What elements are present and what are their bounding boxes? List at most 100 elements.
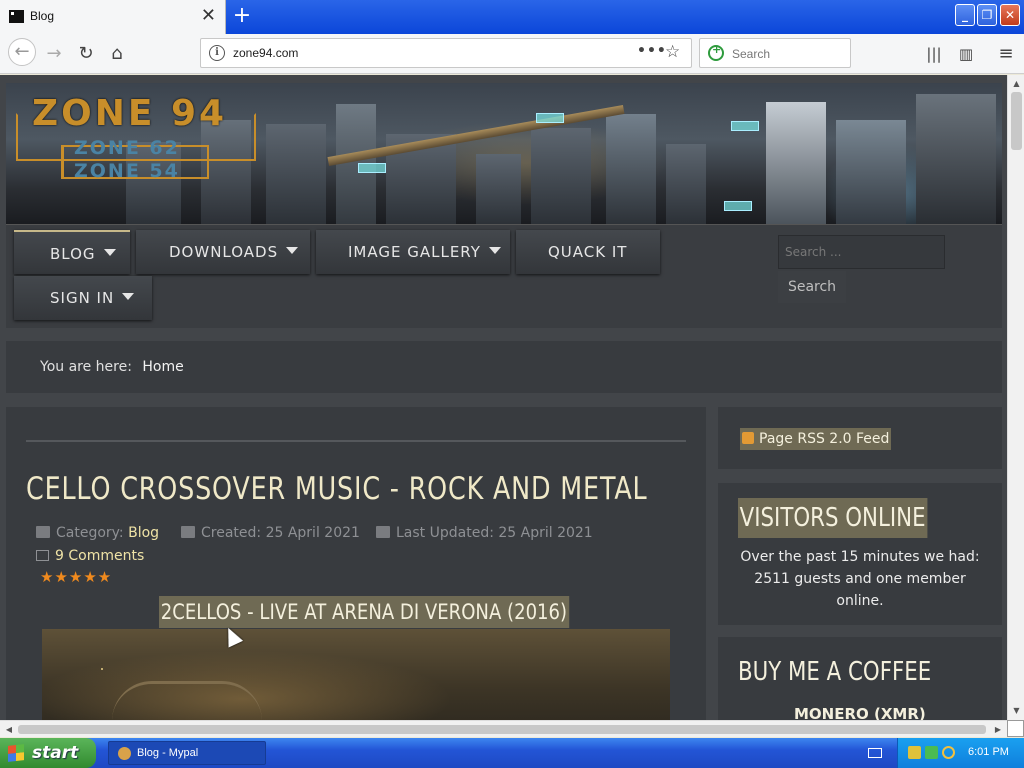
clock[interactable]: 6:01 PM bbox=[968, 746, 1009, 758]
scrollbar-thumb[interactable] bbox=[1011, 92, 1022, 150]
window-maximize-button[interactable]: ❐ bbox=[977, 4, 997, 26]
nav-item-image-gallery[interactable]: IMAGE GALLERY bbox=[316, 230, 510, 274]
scroll-down-icon[interactable]: ▼ bbox=[1010, 704, 1023, 718]
site-banner: ZONE 94 ZONE 62 ZONE 54 bbox=[6, 83, 1002, 224]
calendar-icon bbox=[181, 526, 195, 538]
browser-app-icon bbox=[118, 747, 131, 760]
start-button[interactable]: start bbox=[0, 738, 96, 768]
search-icon[interactable] bbox=[942, 746, 955, 759]
window-minimize-button[interactable]: _ bbox=[955, 4, 975, 26]
scrollbar-thumb[interactable] bbox=[18, 725, 986, 734]
banner-building bbox=[836, 120, 906, 224]
updated-date: Last Updated: 25 April 2021 bbox=[396, 525, 593, 541]
article-title[interactable]: CELLO CROSSOVER MUSIC - ROCK AND METAL bbox=[26, 471, 648, 507]
article-updated: Last Updated: 25 April 2021 bbox=[376, 525, 593, 541]
chevron-down-icon bbox=[286, 247, 299, 254]
system-tray: 6:01 PM bbox=[897, 738, 1024, 768]
logo-subtitle: ZONE 54 bbox=[74, 160, 180, 182]
created-date: Created: 25 April 2021 bbox=[201, 525, 360, 541]
tab-close-icon[interactable]: ✕ bbox=[201, 6, 216, 26]
banner-building bbox=[606, 114, 656, 224]
category-label: Category: bbox=[56, 525, 124, 541]
rss-icon bbox=[742, 432, 754, 444]
banner-building bbox=[531, 128, 591, 224]
category-link[interactable]: Blog bbox=[128, 525, 159, 541]
rss-feed-label[interactable]: Page RSS 2.0 Feed bbox=[759, 431, 889, 447]
banner-neon-sign bbox=[358, 163, 386, 173]
banner-neon-sign bbox=[536, 113, 564, 123]
logo-subtitle: ZONE 62 bbox=[74, 137, 180, 159]
windows-taskbar: start Blog - Mypal 6:01 PM bbox=[0, 738, 1024, 768]
horizontal-scrollbar[interactable]: ◀ ▶ bbox=[0, 720, 1007, 737]
coffee-module: BUY ME A COFFEE MONERO (XMR) bbox=[718, 637, 1002, 720]
scroll-right-icon[interactable]: ▶ bbox=[991, 723, 1005, 736]
nav-item-label: SIGN IN bbox=[50, 289, 115, 307]
url-text[interactable]: zone94.com bbox=[233, 46, 298, 60]
banner-building bbox=[666, 144, 706, 224]
rss-feed-link[interactable]: Page RSS 2.0 Feed bbox=[740, 428, 892, 450]
scroll-left-icon[interactable]: ◀ bbox=[2, 723, 16, 736]
article-created: Created: 25 April 2021 bbox=[181, 525, 360, 541]
nav-item-quack-it[interactable]: QUACK IT bbox=[516, 230, 660, 274]
search-placeholder: Search bbox=[732, 47, 771, 61]
divider bbox=[26, 440, 686, 442]
tab-title: Blog bbox=[30, 9, 55, 23]
keyboard-icon[interactable] bbox=[868, 748, 882, 758]
calendar-icon bbox=[376, 526, 390, 538]
banner-building bbox=[766, 102, 826, 224]
banner-neon-sign bbox=[731, 121, 759, 131]
coffee-title: BUY ME A COFFEE bbox=[738, 657, 932, 687]
nav-item-label: IMAGE GALLERY bbox=[348, 243, 481, 261]
windows-logo-icon bbox=[8, 744, 24, 762]
nav-item-label: DOWNLOADS bbox=[169, 243, 279, 261]
security-shield-icon[interactable] bbox=[908, 746, 921, 759]
reload-button[interactable]: ↻ bbox=[74, 42, 98, 66]
sidebar-toggle-icon[interactable]: ▥ bbox=[954, 42, 978, 66]
taskbar-item-browser[interactable]: Blog - Mypal bbox=[108, 741, 266, 765]
comment-icon bbox=[36, 550, 49, 561]
site-info-icon[interactable]: i bbox=[209, 45, 225, 61]
folder-icon bbox=[36, 526, 50, 538]
nav-item-downloads[interactable]: DOWNLOADS bbox=[136, 230, 310, 274]
hamburger-menu-icon[interactable]: ≡ bbox=[994, 42, 1018, 66]
visitors-title: VISITORS ONLINE bbox=[738, 498, 928, 538]
browser-tab-blog[interactable]: Blog ✕ bbox=[0, 0, 226, 34]
nav-item-blog[interactable]: BLOG bbox=[14, 230, 130, 274]
browser-search-input[interactable]: Search bbox=[699, 38, 851, 68]
video-player[interactable] bbox=[42, 629, 670, 720]
library-icon[interactable]: ||| bbox=[922, 42, 946, 66]
rss-module: Page RSS 2.0 Feed bbox=[718, 407, 1002, 469]
back-button[interactable]: ← bbox=[8, 38, 36, 66]
start-label: start bbox=[32, 743, 79, 763]
forward-button[interactable]: → bbox=[42, 42, 66, 66]
window-close-button[interactable]: ✕ bbox=[1000, 4, 1020, 26]
nav-item-sign-in[interactable]: SIGN IN bbox=[14, 276, 152, 320]
address-bar[interactable]: i zone94.com ••• ☆ bbox=[200, 38, 692, 68]
search-engine-icon[interactable] bbox=[708, 43, 724, 61]
site-favicon-icon bbox=[9, 10, 24, 23]
browser-toolbar: ← → ↻ ⌂ i zone94.com ••• ☆ Search ||| ▥ … bbox=[0, 34, 1024, 74]
breadcrumb: You are here: Home bbox=[6, 341, 1002, 393]
article-panel: CELLO CROSSOVER MUSIC - ROCK AND METAL C… bbox=[6, 407, 706, 720]
visitors-module: VISITORS ONLINE Over the past 15 minutes… bbox=[718, 483, 1002, 625]
site-search-button[interactable]: Search bbox=[778, 271, 846, 303]
video-scene-arena bbox=[112, 681, 262, 720]
site-search-input[interactable]: Search ... bbox=[778, 235, 945, 269]
bookmark-star-icon[interactable]: ☆ bbox=[665, 42, 680, 62]
scroll-up-icon[interactable]: ▲ bbox=[1010, 77, 1023, 91]
comments-count[interactable]: 9 Comments bbox=[55, 548, 144, 564]
comments-link[interactable]: 9 Comments bbox=[36, 548, 144, 564]
vertical-scrollbar[interactable]: ▲ ▼ bbox=[1007, 75, 1024, 720]
nav-item-label: QUACK IT bbox=[548, 243, 628, 261]
star-rating[interactable]: ★★★★★ bbox=[40, 568, 112, 586]
network-icon[interactable] bbox=[925, 746, 938, 759]
nav-item-label: BLOG bbox=[50, 245, 96, 263]
taskbar-item-label: Blog - Mypal bbox=[137, 747, 199, 759]
scrollbar-corner bbox=[1007, 720, 1024, 737]
article-category: Category: Blog bbox=[36, 525, 159, 541]
site-logo[interactable]: ZONE 94 bbox=[32, 93, 227, 134]
page-actions-icon[interactable]: ••• bbox=[637, 43, 667, 59]
main-navigation: BLOG DOWNLOADS IMAGE GALLERY QUACK IT SI… bbox=[6, 224, 1002, 328]
new-tab-button[interactable]: + bbox=[230, 4, 254, 28]
home-button[interactable]: ⌂ bbox=[105, 42, 129, 66]
